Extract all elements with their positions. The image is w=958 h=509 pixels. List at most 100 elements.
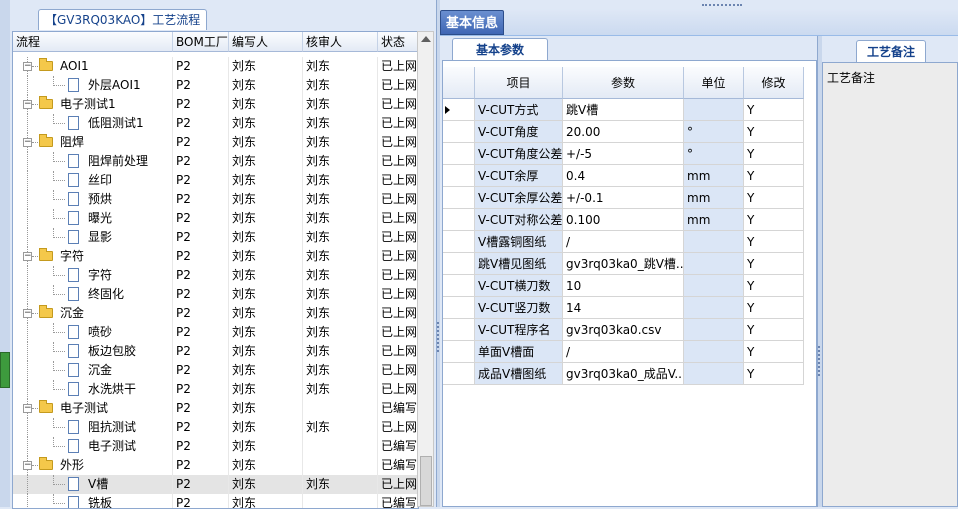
tab-process-notes[interactable]: 工艺备注	[856, 40, 926, 62]
tree-cell-reviewer: 刘东	[303, 95, 378, 114]
tree-row[interactable]: 板边包胶 P2 刘东 刘东 已上网	[13, 342, 418, 361]
param-col-header[interactable]: 修改	[744, 67, 804, 99]
row-header[interactable]	[443, 165, 475, 187]
param-cell-param[interactable]: gv3rq03ka0.csv	[563, 319, 684, 341]
tree-cell-reviewer: 刘东	[303, 114, 378, 133]
param-col-header[interactable]: 项目	[475, 67, 563, 99]
row-header[interactable]	[443, 297, 475, 319]
tree-row[interactable]: − AOI1 P2 刘东 刘东 已上网	[13, 57, 418, 76]
param-col-header[interactable]: 单位	[684, 67, 744, 99]
tree-col-header[interactable]: 核审人	[303, 32, 378, 52]
param-row[interactable]: V-CUT角度 20.00 ° Y	[443, 121, 804, 143]
param-cell-param[interactable]: 0.4	[563, 165, 684, 187]
tree-node-label: 字符	[85, 266, 173, 285]
collapse-toggle-icon[interactable]: −	[23, 100, 32, 109]
tree-connector	[32, 465, 38, 466]
param-row[interactable]: 跳V槽见图纸 gv3rq03ka0_跳V槽... Y	[443, 253, 804, 275]
tree-connector	[27, 76, 28, 95]
tree-row[interactable]: − 沉金 P2 刘东 刘东 已上网	[13, 304, 418, 323]
tree-row[interactable]: − 外形 P2 刘东 已编写	[13, 456, 418, 475]
row-header[interactable]	[443, 275, 475, 297]
tree-row[interactable]: 显影 P2 刘东 刘东 已上网	[13, 228, 418, 247]
tree-row[interactable]: 阻抗测试 P2 刘东 刘东 已上网	[13, 418, 418, 437]
tree-row[interactable]: 外层AOI1 P2 刘东 刘东 已上网	[13, 76, 418, 95]
param-cell-param[interactable]: 0.100	[563, 209, 684, 231]
grid-corner[interactable]	[443, 67, 475, 99]
tree-row[interactable]: V槽 P2 刘东 刘东 已上网	[13, 475, 418, 494]
param-row[interactable]: 成品V槽图纸 gv3rq03ka0_成品V... Y	[443, 363, 804, 385]
tree-row[interactable]: 水洗烘干 P2 刘东 刘东 已上网	[13, 380, 418, 399]
tab-basic-params[interactable]: 基本参数	[452, 38, 548, 60]
collapse-toggle-icon[interactable]: −	[23, 461, 32, 470]
row-header[interactable]	[443, 121, 475, 143]
tree-row[interactable]: − 电子测试 P2 刘东 已编写	[13, 399, 418, 418]
row-header[interactable]	[443, 209, 475, 231]
row-header[interactable]	[443, 99, 475, 121]
param-row[interactable]: V-CUT程序名 gv3rq03ka0.csv Y	[443, 319, 804, 341]
param-cell-param[interactable]: /	[563, 231, 684, 253]
tree-row[interactable]: 丝印 P2 刘东 刘东 已上网	[13, 171, 418, 190]
tree-row[interactable]: − 字符 P2 刘东 刘东 已上网	[13, 247, 418, 266]
param-cell-param[interactable]: gv3rq03ka0_跳V槽...	[563, 253, 684, 275]
tree-row[interactable]: 预烘 P2 刘东 刘东 已上网	[13, 190, 418, 209]
param-cell-param[interactable]: 10	[563, 275, 684, 297]
tree-row[interactable]: − 阻焊 P2 刘东 刘东 已上网	[13, 133, 418, 152]
param-cell-param[interactable]: +/-0.1	[563, 187, 684, 209]
collapse-toggle-icon[interactable]: −	[23, 309, 32, 318]
param-row[interactable]: V-CUT竖刀数 14 Y	[443, 297, 804, 319]
tree-row[interactable]: 曝光 P2 刘东 刘东 已上网	[13, 209, 418, 228]
param-cell-modify: Y	[744, 297, 804, 319]
tree-row[interactable]: 低阻测试1 P2 刘东 刘东 已上网	[13, 114, 418, 133]
scroll-up-arrow-icon[interactable]	[421, 36, 431, 42]
collapse-toggle-icon[interactable]: −	[23, 138, 32, 147]
process-note-label: 工艺备注	[827, 71, 876, 85]
top-splitter-grip-icon[interactable]	[702, 4, 742, 9]
collapse-toggle-icon[interactable]: −	[23, 404, 32, 413]
param-cell-param[interactable]: +/-5	[563, 143, 684, 165]
param-cell-param[interactable]: gv3rq03ka0_成品V...	[563, 363, 684, 385]
param-cell-param[interactable]: 14	[563, 297, 684, 319]
tree-col-header[interactable]: BOM工厂	[173, 32, 229, 52]
row-header[interactable]	[443, 253, 475, 275]
param-row[interactable]: V-CUT对称公差 0.100 mm Y	[443, 209, 804, 231]
tree-col-header[interactable]: 编写人	[229, 32, 303, 52]
tab-basic-info[interactable]: 基本信息	[440, 10, 504, 35]
param-cell-param[interactable]: /	[563, 341, 684, 363]
tree-cell-status: 已上网	[378, 323, 418, 342]
collapse-toggle-icon[interactable]: −	[23, 252, 32, 261]
tree-row[interactable]: − 电子测试1 P2 刘东 刘东 已上网	[13, 95, 418, 114]
param-cell-param[interactable]: 跳V槽	[563, 99, 684, 121]
tree-row[interactable]: 阻焊前处理 P2 刘东 刘东 已上网	[13, 152, 418, 171]
collapsed-panel-tab[interactable]	[0, 352, 10, 388]
tree-connector	[27, 380, 28, 399]
scroll-thumb[interactable]	[420, 456, 432, 506]
param-row[interactable]: V-CUT余厚 0.4 mm Y	[443, 165, 804, 187]
collapse-toggle-icon[interactable]: −	[23, 62, 32, 71]
tree-row[interactable]: 沉金 P2 刘东 刘东 已上网	[13, 361, 418, 380]
tree-node-label: V槽	[85, 475, 173, 494]
param-row[interactable]: V-CUT方式 跳V槽 Y	[443, 99, 804, 121]
row-header[interactable]	[443, 363, 475, 385]
tree-col-header[interactable]: 状态	[378, 32, 418, 52]
param-row[interactable]: 单面V槽面 / Y	[443, 341, 804, 363]
param-row[interactable]: V-CUT横刀数 10 Y	[443, 275, 804, 297]
tree-vertical-scrollbar[interactable]	[417, 31, 434, 507]
row-header[interactable]	[443, 319, 475, 341]
param-row[interactable]: V-CUT余厚公差 +/-0.1 mm Y	[443, 187, 804, 209]
row-header[interactable]	[443, 231, 475, 253]
tree-row[interactable]: 字符 P2 刘东 刘东 已上网	[13, 266, 418, 285]
tree-row[interactable]: 喷砂 P2 刘东 刘东 已上网	[13, 323, 418, 342]
row-header[interactable]	[443, 143, 475, 165]
tree-row[interactable]: 电子测试 P2 刘东 已编写	[13, 437, 418, 456]
param-cell-param[interactable]: 20.00	[563, 121, 684, 143]
process-flow-tab[interactable]: 【GV3RQ03KAO】工艺流程	[38, 9, 208, 30]
tree-row[interactable]: 终固化 P2 刘东 刘东 已上网	[13, 285, 418, 304]
process-note-body[interactable]: 工艺备注	[822, 62, 958, 507]
row-header[interactable]	[443, 341, 475, 363]
row-header[interactable]	[443, 187, 475, 209]
param-row[interactable]: V槽露铜图纸 / Y	[443, 231, 804, 253]
tree-col-header[interactable]: 流程	[13, 32, 173, 52]
param-col-header[interactable]: 参数	[563, 67, 684, 99]
tree-node-label: 电子测试1	[57, 95, 173, 114]
param-row[interactable]: V-CUT角度公差 +/-5 ° Y	[443, 143, 804, 165]
